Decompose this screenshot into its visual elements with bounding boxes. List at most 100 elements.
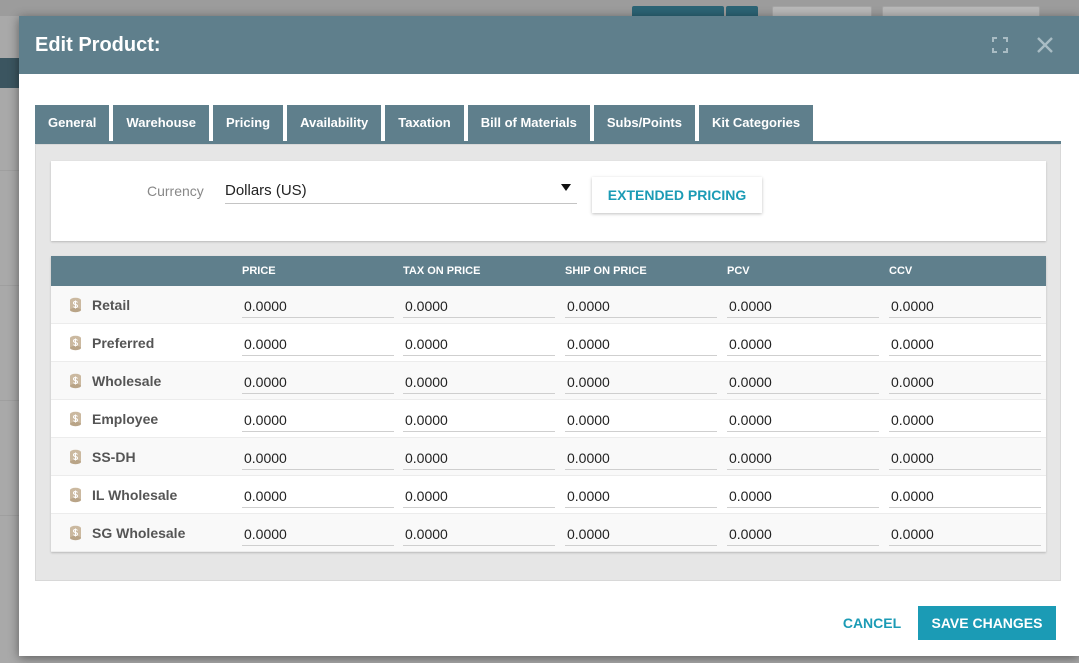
price-input[interactable]: 0.0000 (403, 368, 555, 394)
price-value: 0.0000 (567, 412, 610, 428)
price-value: 0.0000 (405, 374, 448, 390)
dollar-coin-icon (70, 411, 81, 427)
price-input[interactable]: 0.0000 (565, 482, 717, 508)
price-input[interactable]: 0.0000 (242, 482, 394, 508)
price-input[interactable]: 0.0000 (889, 406, 1041, 432)
price-input[interactable]: 0.0000 (403, 520, 555, 546)
tab-warehouse[interactable]: Warehouse (113, 105, 210, 141)
close-icon[interactable] (1036, 36, 1054, 54)
column-header-pcv: PCV (727, 265, 750, 277)
price-value: 0.0000 (244, 488, 287, 504)
price-value: 0.0000 (405, 298, 448, 314)
dollar-coin-icon (70, 297, 81, 313)
currency-select[interactable]: Dollars (US) (225, 176, 577, 204)
price-input[interactable]: 0.0000 (242, 292, 394, 318)
extended-pricing-button[interactable]: EXTENDED PRICING (592, 177, 762, 213)
dollar-coin-icon (70, 449, 81, 465)
table-row: SS-DH 0.0000 0.0000 0.0000 0.0000 0.0000 (51, 438, 1046, 476)
price-input[interactable]: 0.0000 (565, 520, 717, 546)
price-input[interactable]: 0.0000 (403, 406, 555, 432)
price-value: 0.0000 (729, 450, 772, 466)
price-value: 0.0000 (567, 374, 610, 390)
tab-bill-of-materials[interactable]: Bill of Materials (467, 105, 590, 141)
price-value: 0.0000 (729, 526, 772, 542)
price-input[interactable]: 0.0000 (403, 292, 555, 318)
price-value: 0.0000 (244, 412, 287, 428)
price-input[interactable]: 0.0000 (565, 292, 717, 318)
price-input[interactable]: 0.0000 (565, 330, 717, 356)
edit-product-modal: Edit Product: General Warehouse Pricing … (19, 16, 1079, 656)
price-input[interactable]: 0.0000 (727, 368, 879, 394)
price-input[interactable]: 0.0000 (889, 292, 1041, 318)
price-input[interactable]: 0.0000 (889, 368, 1041, 394)
price-value: 0.0000 (405, 450, 448, 466)
price-value: 0.0000 (567, 488, 610, 504)
price-input[interactable]: 0.0000 (889, 444, 1041, 470)
price-input[interactable]: 0.0000 (565, 444, 717, 470)
price-value: 0.0000 (405, 526, 448, 542)
column-header-ccv: CCV (889, 265, 913, 277)
price-input[interactable]: 0.0000 (242, 406, 394, 432)
modal-title: Edit Product: (35, 34, 161, 56)
column-header-ship-on-price: SHIP ON PRICE (565, 265, 647, 277)
price-value: 0.0000 (891, 374, 934, 390)
tab-availability[interactable]: Availability (287, 105, 382, 141)
expand-icon[interactable] (991, 36, 1009, 54)
price-input[interactable]: 0.0000 (565, 406, 717, 432)
column-header-tax-on-price: TAX ON PRICE (403, 265, 481, 277)
tab-pricing[interactable]: Pricing (213, 105, 284, 141)
price-input[interactable]: 0.0000 (727, 520, 879, 546)
price-value: 0.0000 (567, 450, 610, 466)
save-changes-button[interactable]: SAVE CHANGES (918, 606, 1056, 640)
price-input[interactable]: 0.0000 (889, 330, 1041, 356)
row-label: Employee (92, 411, 159, 427)
dollar-coin-icon (70, 525, 81, 541)
tab-subs-points[interactable]: Subs/Points (593, 105, 695, 141)
price-input[interactable]: 0.0000 (727, 406, 879, 432)
modal-header: Edit Product: (19, 16, 1079, 74)
price-input[interactable]: 0.0000 (727, 292, 879, 318)
price-input[interactable]: 0.0000 (242, 330, 394, 356)
price-value: 0.0000 (891, 450, 934, 466)
table-row: SG Wholesale 0.0000 0.0000 0.0000 0.0000 0.00… (51, 514, 1046, 552)
dollar-coin-icon (70, 487, 81, 503)
tab-taxation[interactable]: Taxation (385, 105, 464, 141)
currency-card: Currency Dollars (US) EXTENDED PRICING (51, 161, 1046, 241)
price-value: 0.0000 (729, 488, 772, 504)
price-input[interactable]: 0.0000 (242, 444, 394, 470)
price-value: 0.0000 (729, 412, 772, 428)
table-row: Employee 0.0000 0.0000 0.0000 0.0000 0.0000 (51, 400, 1046, 438)
price-value: 0.0000 (729, 374, 772, 390)
pricing-panel: Currency Dollars (US) EXTENDED PRICING P… (35, 144, 1061, 581)
price-input[interactable]: 0.0000 (727, 482, 879, 508)
price-input[interactable]: 0.0000 (565, 368, 717, 394)
cancel-button[interactable]: CANCEL (834, 608, 910, 638)
price-value: 0.0000 (729, 336, 772, 352)
tab-general[interactable]: General (35, 105, 110, 141)
table-row: Wholesale 0.0000 0.0000 0.0000 0.0000 0.0000 (51, 362, 1046, 400)
caret-down-icon (561, 184, 571, 191)
table-row: Retail 0.0000 0.0000 0.0000 0.0000 0.0000 (51, 286, 1046, 324)
price-input[interactable]: 0.0000 (889, 482, 1041, 508)
price-input[interactable]: 0.0000 (727, 444, 879, 470)
dollar-coin-icon (70, 335, 81, 351)
price-input[interactable]: 0.0000 (727, 330, 879, 356)
price-input[interactable]: 0.0000 (403, 330, 555, 356)
tab-bar: General Warehouse Pricing Availability T… (35, 105, 817, 141)
row-label: IL Wholesale (92, 487, 178, 503)
price-input[interactable]: 0.0000 (889, 520, 1041, 546)
table-row: IL Wholesale 0.0000 0.0000 0.0000 0.0000 0.00… (51, 476, 1046, 514)
price-input[interactable]: 0.0000 (403, 444, 555, 470)
price-input[interactable]: 0.0000 (242, 368, 394, 394)
row-label: SG Wholesale (92, 525, 186, 541)
dollar-coin-icon (70, 373, 81, 389)
tab-kit-categories[interactable]: Kit Categories (698, 105, 814, 141)
table-body: Retail 0.0000 0.0000 0.0000 0.0000 0.0000 Pref… (51, 286, 1046, 552)
price-input[interactable]: 0.0000 (403, 482, 555, 508)
price-value: 0.0000 (244, 526, 287, 542)
row-label: Wholesale (92, 373, 162, 389)
price-value: 0.0000 (244, 450, 287, 466)
price-input[interactable]: 0.0000 (242, 520, 394, 546)
row-label: Preferred (92, 335, 155, 351)
price-value: 0.0000 (567, 298, 610, 314)
